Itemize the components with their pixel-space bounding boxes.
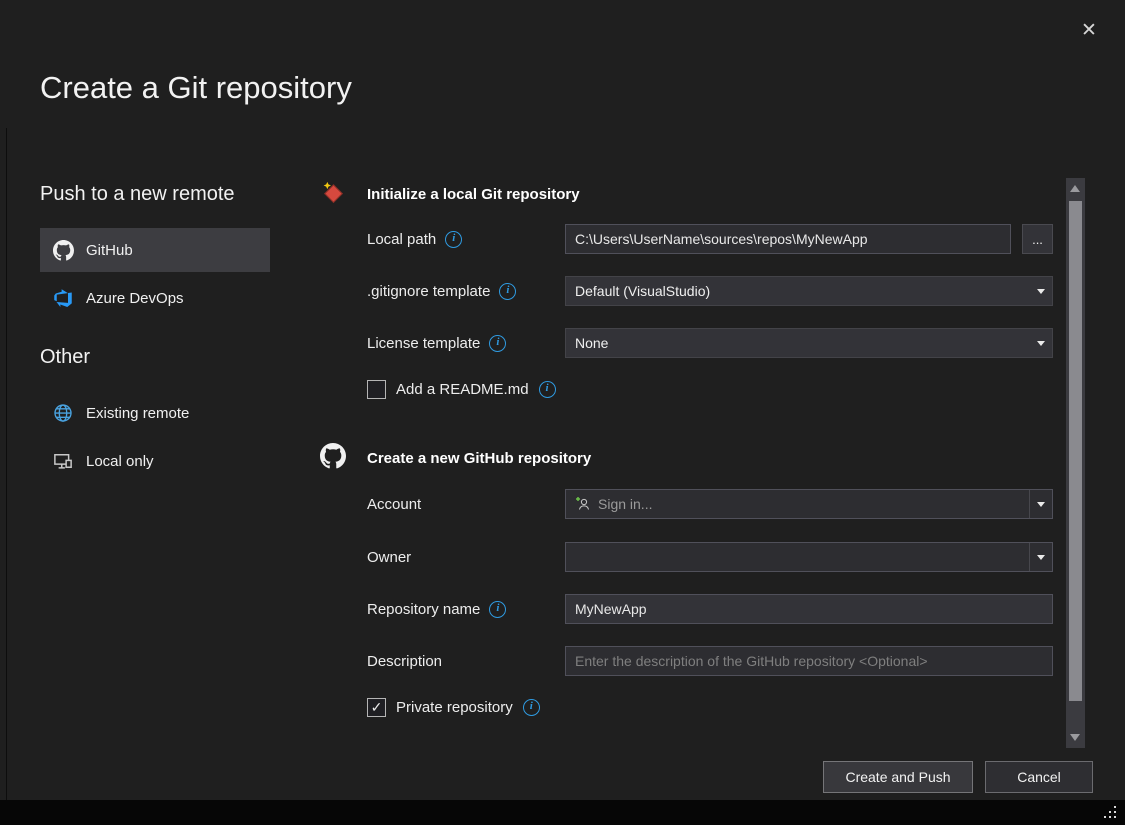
gitignore-template-dropdown[interactable]: Default (VisualStudio) (565, 276, 1053, 306)
info-icon[interactable]: i (523, 699, 540, 716)
description-label-row: Description (367, 646, 442, 676)
chevron-down-icon (1030, 329, 1052, 357)
owner-label: Owner (367, 549, 411, 566)
info-icon[interactable]: i (489, 335, 506, 352)
vertical-scrollbar[interactable] (1066, 178, 1085, 748)
repo-name-label-row: Repository name i (367, 594, 506, 624)
create-and-push-button[interactable]: Create and Push (823, 761, 973, 793)
chevron-down-icon (1029, 490, 1052, 518)
info-icon[interactable]: i (445, 231, 462, 248)
sidebar-item-label: Azure DevOps (86, 290, 184, 307)
create-git-repository-dialog: ✕ Create a Git repository Push to a new … (0, 0, 1125, 825)
github-icon (52, 240, 74, 261)
license-template-dropdown[interactable]: None (565, 328, 1053, 358)
account-dropdown[interactable]: Sign in... (565, 489, 1053, 519)
add-user-icon (575, 496, 591, 512)
local-path-input[interactable] (565, 224, 1011, 254)
repository-name-input[interactable] (565, 594, 1053, 624)
window-edge (6, 128, 7, 800)
readme-checkbox[interactable] (367, 380, 386, 399)
sidebar-item-azure-devops[interactable]: Azure DevOps (40, 276, 270, 320)
license-template-value: None (575, 335, 608, 351)
sidebar-item-existing-remote[interactable]: Existing remote (40, 392, 270, 434)
page-title: Create a Git repository (40, 70, 352, 106)
license-template-label: License template (367, 335, 480, 352)
gitignore-label-row: .gitignore template i (367, 276, 516, 306)
sidebar-item-label: GitHub (86, 242, 133, 259)
local-path-label-row: Local path i (367, 224, 462, 254)
azure-devops-icon (52, 288, 74, 308)
cancel-button[interactable]: Cancel (985, 761, 1093, 793)
account-value: Sign in... (598, 496, 652, 512)
window-bottom-frame (0, 800, 1125, 825)
section-heading-initialize: Initialize a local Git repository (367, 186, 580, 203)
sidebar-item-label: Local only (86, 453, 154, 470)
owner-dropdown[interactable] (565, 542, 1053, 572)
account-label-row: Account (367, 489, 421, 519)
license-label-row: License template i (367, 328, 506, 358)
dialog-surface: ✕ Create a Git repository Push to a new … (0, 0, 1125, 800)
github-icon (320, 443, 346, 474)
scroll-up-icon[interactable] (1070, 185, 1080, 192)
sidebar-item-local-only[interactable]: Local only (40, 440, 270, 482)
sidebar-item-github[interactable]: GitHub (40, 228, 270, 272)
gitignore-template-value: Default (VisualStudio) (575, 283, 710, 299)
globe-icon (52, 403, 74, 423)
browse-button[interactable]: ... (1022, 224, 1053, 254)
info-icon[interactable]: i (489, 601, 506, 618)
scroll-down-icon[interactable] (1070, 734, 1080, 741)
section-heading-github: Create a new GitHub repository (367, 450, 591, 467)
info-icon[interactable]: i (539, 381, 556, 398)
description-input[interactable] (565, 646, 1053, 676)
description-label: Description (367, 653, 442, 670)
private-checkbox-row: ✓ Private repository i (367, 698, 540, 717)
chevron-down-icon (1029, 543, 1052, 571)
readme-checkbox-row: Add a README.md i (367, 380, 556, 399)
local-path-label: Local path (367, 231, 436, 248)
close-icon[interactable]: ✕ (1073, 14, 1105, 46)
info-icon[interactable]: i (499, 283, 516, 300)
sidebar-item-label: Existing remote (86, 405, 189, 422)
gitignore-template-label: .gitignore template (367, 283, 490, 300)
readme-label: Add a README.md (396, 381, 529, 398)
computer-icon (52, 451, 74, 471)
sidebar-heading-other: Other (40, 346, 90, 369)
resize-grip[interactable] (1102, 804, 1118, 825)
private-repository-checkbox[interactable]: ✓ (367, 698, 386, 717)
scrollbar-thumb[interactable] (1069, 201, 1082, 701)
repository-name-label: Repository name (367, 601, 480, 618)
owner-label-row: Owner (367, 542, 411, 572)
sidebar-heading-push: Push to a new remote (40, 183, 235, 206)
git-repository-icon (320, 179, 347, 211)
chevron-down-icon (1030, 277, 1052, 305)
private-repository-label: Private repository (396, 699, 513, 716)
account-label: Account (367, 496, 421, 513)
